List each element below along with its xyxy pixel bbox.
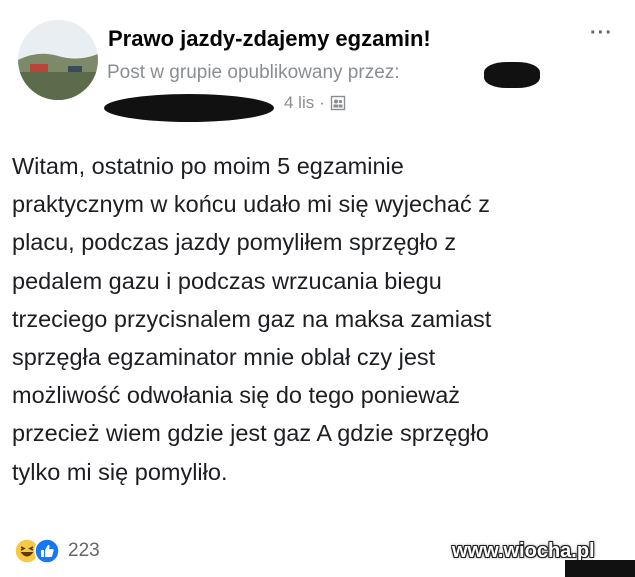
like-icon [34, 538, 60, 564]
group-name-link[interactable]: Prawo jazdy-zdajemy egzamin! [108, 26, 431, 52]
meta-separator: · [319, 93, 325, 112]
post-date[interactable]: 4 lis [284, 93, 314, 113]
redacted-author-name-continued [104, 94, 274, 122]
redacted-author-name [484, 62, 540, 88]
post-body-line: sprzęgła egzaminator mnie oblał czy jest [12, 344, 436, 371]
reactions-summary[interactable]: 223 [14, 538, 100, 564]
group-members-icon [330, 95, 346, 111]
image-edge-shadow [565, 560, 635, 577]
facebook-post: Prawo jazdy-zdajemy egzamin! ··· Post w … [0, 0, 635, 577]
more-options-icon[interactable]: ··· [590, 22, 613, 45]
post-body-line: tylko mi się pomyliło. [12, 458, 228, 485]
post-body-line: przecież wiem gdzie jest gaz A gdzie spr… [12, 420, 489, 447]
post-body-line: pedalem gazu i podczas wrzucania biegu [12, 267, 442, 294]
post-body-line: praktycznym w końcu udało mi się wyjecha… [12, 191, 491, 218]
post-body: Witam, ostatnio po moim 5 egzaminie prak… [12, 147, 624, 491]
group-avatar[interactable] [18, 20, 98, 100]
post-body-line: placu, podczas jazdy pomyliłem sprzęgło … [12, 229, 457, 256]
reaction-count: 223 [68, 540, 100, 561]
post-date-line: 4 lis · [284, 93, 346, 113]
post-body-line: Witam, ostatnio po moim 5 egzaminie [12, 153, 404, 179]
post-meta-text: Post w grupie opublikowany przez: [107, 62, 400, 83]
group-avatar-image [18, 20, 98, 100]
post-body-line: trzeciego przycisnalem gaz na maksa zami… [12, 305, 492, 332]
post-body-line: możliwość odwołania się do tego ponieważ [12, 382, 461, 409]
